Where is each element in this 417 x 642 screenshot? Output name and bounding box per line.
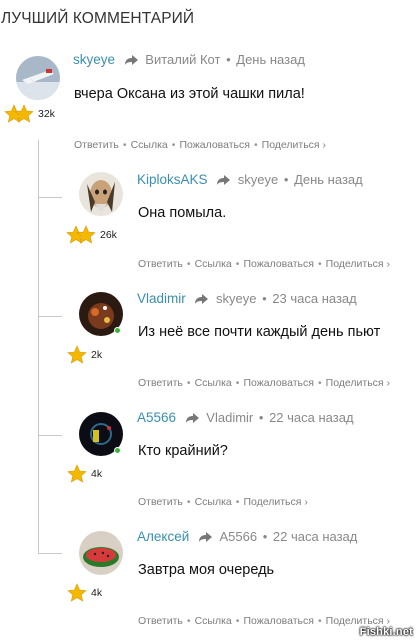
comment-time[interactable]: 23 часа назад xyxy=(272,291,356,306)
comment-time[interactable]: День назад xyxy=(294,172,363,187)
reply-to-user[interactable]: Виталий Кот xyxy=(145,52,220,67)
thread-branch xyxy=(38,435,62,436)
rating-count: 32k xyxy=(38,108,55,120)
report-link[interactable]: Пожаловаться xyxy=(243,258,314,270)
comment-text: Завтра моя очередь xyxy=(138,562,275,578)
share-link[interactable]: Поделиться › xyxy=(262,139,326,151)
separator-dot: • xyxy=(262,529,268,544)
comment-author[interactable]: KiplоksAKS xyxy=(137,172,208,187)
share-link[interactable]: Поделиться › xyxy=(326,258,390,270)
comment-actions: Ответить • Ссылка • Пожаловаться • Поделиться … xyxy=(74,139,327,151)
permalink-link[interactable]: Ссылка xyxy=(131,139,168,151)
rating: 2k xyxy=(67,345,102,365)
comment-actions: Ответить • Ссылка • Пожаловаться • Поделиться … xyxy=(138,615,391,627)
permalink-link[interactable]: Ссылка xyxy=(195,377,232,389)
reply-arrow-icon xyxy=(124,55,138,66)
rating-count: 4k xyxy=(91,587,103,599)
reply-link[interactable]: Ответить xyxy=(138,377,183,389)
comment-author[interactable]: skyeye xyxy=(73,52,115,67)
star-icon xyxy=(67,583,87,602)
permalink-link[interactable]: Ссылка xyxy=(195,258,232,270)
separator-dot: • xyxy=(283,172,289,187)
reply-link[interactable]: Ответить xyxy=(138,615,183,627)
comment-author[interactable]: Vladimir xyxy=(137,291,186,306)
rating: 4k xyxy=(67,583,102,603)
thread-line xyxy=(38,140,39,553)
share-link[interactable]: Поделиться › xyxy=(243,496,307,508)
reply-link[interactable]: Ответить xyxy=(74,139,119,151)
permalink-link[interactable]: Ссылка xyxy=(195,615,232,627)
avatar[interactable] xyxy=(79,531,123,575)
comment-text: Она помыла. xyxy=(138,205,227,221)
online-status-indicator xyxy=(114,327,121,334)
comment-time[interactable]: 22 часа назад xyxy=(269,410,353,425)
rating: 26k xyxy=(66,225,117,245)
reply-arrow-icon xyxy=(185,413,199,424)
online-status-indicator xyxy=(114,447,121,454)
rating: 32k xyxy=(4,104,55,124)
separator-dot: • xyxy=(226,52,231,67)
report-link[interactable]: Пожаловаться xyxy=(243,615,314,627)
reply-link[interactable]: Ответить xyxy=(138,258,183,270)
comment-time[interactable]: День назад xyxy=(236,52,305,67)
reply-link[interactable]: Ответить xyxy=(138,496,183,508)
thread-branch xyxy=(38,197,62,198)
rating-count: 2k xyxy=(91,349,103,361)
permalink-link[interactable]: Ссылка xyxy=(195,496,232,508)
comment-text: вчера Оксана из этой чашки пила! xyxy=(74,86,305,102)
star-icon xyxy=(67,345,87,364)
reply-arrow-icon xyxy=(195,294,209,305)
comment-actions: Ответить • Ссылка • Пожаловаться • Поделиться … xyxy=(138,258,391,270)
rating: 4k xyxy=(67,464,102,484)
share-link[interactable]: Поделиться › xyxy=(326,377,390,389)
section-heading: ЛУЧШИЙ КОММЕНТАРИЙ xyxy=(1,10,195,27)
star-icon xyxy=(4,104,34,123)
rating-count: 4k xyxy=(91,468,103,480)
separator-dot: • xyxy=(258,410,264,425)
comment-actions: Ответить • Ссылка • Пожаловаться • Поделиться … xyxy=(138,377,391,389)
comment-author[interactable]: A5566 xyxy=(137,410,176,425)
reply-arrow-icon xyxy=(217,175,231,186)
comment-time[interactable]: 22 часа назад xyxy=(273,529,357,544)
reply-to-user[interactable]: skyeye xyxy=(216,291,256,306)
avatar[interactable] xyxy=(79,172,123,216)
thread-branch xyxy=(38,316,62,317)
comment-actions: Ответить • Ссылка • Поделиться › xyxy=(138,496,308,508)
reply-to-user[interactable]: Vladimir xyxy=(206,410,253,425)
report-link[interactable]: Пожаловаться xyxy=(179,139,250,151)
comment-author[interactable]: Алексей xyxy=(137,529,189,544)
report-link[interactable]: Пожаловаться xyxy=(243,377,314,389)
separator-dot: • xyxy=(262,291,267,306)
comment-text: Из неё все почти каждый день пьют xyxy=(138,324,381,340)
rating-count: 26k xyxy=(100,229,117,241)
reply-to-user[interactable]: A5566 xyxy=(220,529,258,544)
star-icon xyxy=(66,225,96,244)
watermark: Fishki.net xyxy=(359,626,413,638)
star-icon xyxy=(67,464,87,483)
reply-to-user[interactable]: skyeye xyxy=(238,172,278,187)
reply-arrow-icon xyxy=(198,532,212,543)
avatar[interactable] xyxy=(16,56,60,100)
comment-text: Кто крайний? xyxy=(138,443,228,459)
thread-branch xyxy=(38,553,62,554)
